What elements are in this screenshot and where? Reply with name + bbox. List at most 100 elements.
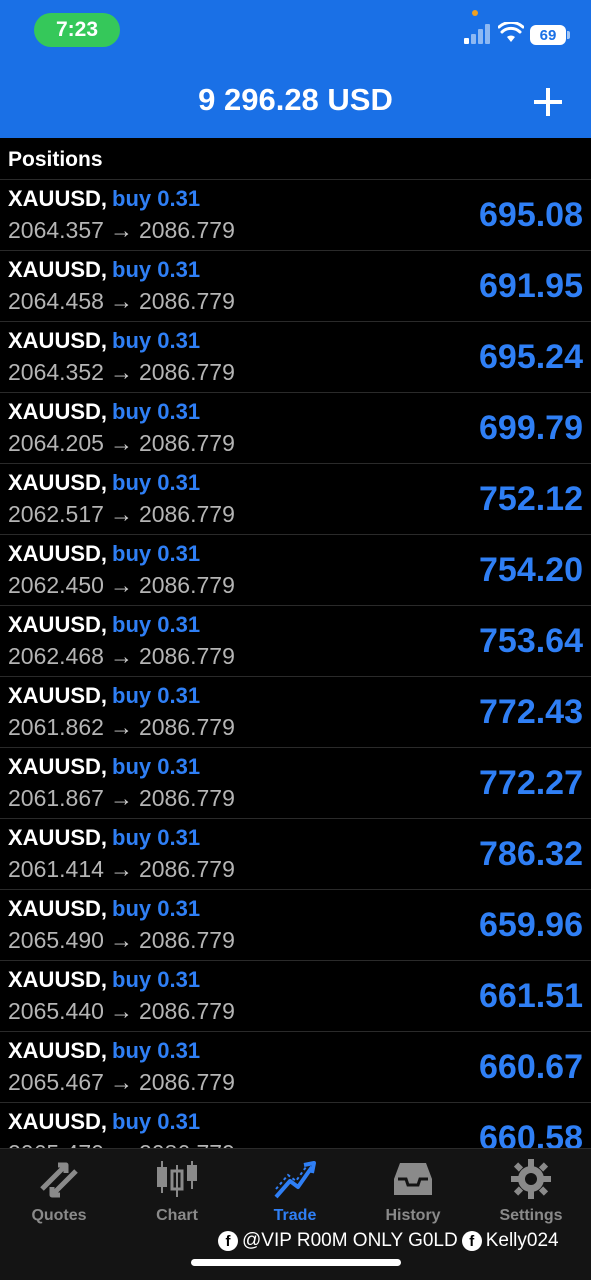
account-balance: 9 296.28 USD — [198, 82, 393, 117]
current-price: 2086.779 — [138, 288, 235, 314]
open-price: 2064.357 — [8, 217, 104, 243]
open-price: 2065.440 — [8, 998, 104, 1024]
position-profit: 772.27 — [479, 764, 583, 802]
separator: , — [100, 399, 108, 424]
position-symbol: XAUUSD — [8, 967, 101, 992]
position-title: XAUUSD, buy 0.31 — [8, 541, 200, 567]
arrow-right-icon: → — [109, 643, 133, 669]
position-symbol: XAUUSD — [8, 328, 101, 353]
position-symbol: XAUUSD — [8, 754, 101, 779]
top-header: 7:23 69 9 296.28 USD — [0, 0, 591, 138]
position-prices: 2065.467 → 2086.779 — [8, 1069, 235, 1096]
position-prices: 2064.205 → 2086.779 — [8, 430, 235, 457]
position-row[interactable]: XAUUSD, buy 0.31 2065.440 → 2086.779 661.51 — [0, 961, 591, 1032]
position-symbol: XAUUSD — [8, 257, 101, 282]
position-row[interactable]: XAUUSD, buy 0.31 2064.352 → 2086.779 695.24 — [0, 322, 591, 393]
current-price: 2086.779 — [138, 1069, 235, 1095]
position-prices: 2064.352 → 2086.779 — [8, 359, 235, 386]
positions-list: XAUUSD, buy 0.31 2064.357 → 2086.779 695.08 XA… — [0, 180, 591, 1148]
arrow-right-icon: → — [109, 1069, 133, 1095]
open-price: 2061.414 — [8, 856, 104, 882]
tab-trade[interactable]: Trade — [236, 1159, 354, 1239]
position-profit: 659.96 — [479, 906, 583, 944]
tab-history[interactable]: History — [354, 1159, 472, 1239]
position-title: XAUUSD, buy 0.31 — [8, 328, 200, 354]
current-price: 2086.779 — [139, 1140, 235, 1148]
position-title: XAUUSD, buy 0.31 — [8, 186, 200, 212]
position-direction: buy 0.31 — [112, 541, 201, 566]
current-price: 2086.779 — [138, 217, 235, 243]
open-price: 2062.450 — [8, 572, 104, 598]
tab-chart[interactable]: Chart — [118, 1159, 236, 1239]
facebook-icon: f — [461, 1231, 482, 1251]
separator: , — [100, 1038, 108, 1063]
position-row[interactable]: XAUUSD, buy 0.31 2061.862 → 2086.779 772.43 — [0, 677, 591, 748]
position-title: XAUUSD, buy 0.31 — [8, 825, 200, 851]
current-price: 2086.779 — [138, 998, 235, 1024]
add-order-button[interactable] — [532, 86, 564, 118]
position-direction: buy 0.31 — [112, 612, 201, 637]
current-price: 2086.779 — [138, 714, 235, 740]
arrow-right-icon: → — [109, 359, 133, 385]
position-profit: 752.12 — [479, 480, 583, 518]
position-row[interactable]: XAUUSD, buy 0.31 2064.357 → 2086.779 695.08 — [0, 180, 591, 251]
position-title: XAUUSD, buy 0.31 — [8, 683, 200, 709]
position-row[interactable]: XAUUSD, buy 0.31 2062.517 → 2086.779 752.12 — [0, 464, 591, 535]
position-prices: 2062.468 → 2086.779 — [8, 643, 235, 670]
position-title: XAUUSD, buy 0.31 — [8, 257, 200, 283]
position-profit: 691.95 — [479, 267, 583, 305]
cellular-signal-icon — [464, 24, 490, 44]
position-row[interactable]: XAUUSD, buy 0.31 2061.414 → 2086.779 786.32 — [0, 819, 591, 890]
current-price: 2086.779 — [138, 430, 235, 456]
position-prices: 2065.490 → 2086.779 — [8, 927, 235, 954]
position-row[interactable]: XAUUSD, buy 0.31 2062.450 → 2086.779 754.20 — [0, 535, 591, 606]
position-direction: buy 0.31 — [112, 328, 201, 353]
position-title: XAUUSD, buy 0.31 — [8, 399, 200, 425]
tab-history-label: History — [385, 1207, 441, 1224]
watermark: f @VIP R00M ONLY G0LD f Kelly024 — [218, 1230, 588, 1252]
position-row[interactable]: XAUUSD, buy 0.31 2065.490 → 2086.779 659.96 — [0, 890, 591, 961]
chart-icon — [157, 1161, 197, 1197]
position-profit: 695.24 — [479, 338, 583, 376]
position-profit: 753.64 — [479, 622, 583, 660]
separator: , — [100, 257, 108, 282]
open-price: 2064.458 — [8, 288, 104, 314]
open-price: 2062.517 — [8, 501, 104, 527]
position-row[interactable]: XAUUSD, buy 0.31 2064.458 → 2086.779 691.95 — [0, 251, 591, 322]
arrow-right-icon: → — [109, 927, 133, 953]
position-row[interactable]: XAUUSD, buy 0.31 2064.205 → 2086.779 699.79 — [0, 393, 591, 464]
position-title: XAUUSD, buy 0.31 — [8, 754, 200, 780]
separator: , — [100, 328, 108, 353]
position-direction: buy 0.31 — [112, 967, 201, 992]
position-title: XAUUSD, buy 0.31 — [8, 1109, 200, 1135]
separator: , — [100, 1109, 108, 1134]
position-direction: buy 0.31 — [112, 1038, 201, 1063]
position-symbol: XAUUSD — [8, 1109, 101, 1134]
battery-tip — [567, 31, 570, 39]
position-symbol: XAUUSD — [8, 470, 101, 495]
quotes-icon — [40, 1162, 78, 1198]
privacy-indicator-icon — [472, 10, 478, 16]
position-prices: 2061.862 → 2086.779 — [8, 714, 235, 741]
position-row[interactable]: XAUUSD, buy 0.31 2061.867 → 2086.779 772.27 — [0, 748, 591, 819]
position-profit: 661.51 — [479, 977, 583, 1015]
status-time: 7:23 — [34, 13, 120, 47]
position-row[interactable]: XAUUSD, buy 0.31 2065.467 → 2086.779 660.67 — [0, 1032, 591, 1103]
tab-settings[interactable]: Settings — [472, 1159, 590, 1239]
separator: , — [100, 754, 108, 779]
open-price: 2064.352 — [8, 359, 104, 385]
arrow-right-icon: → — [109, 430, 133, 456]
position-row[interactable]: XAUUSD,buy 0.31 2065.470 → 2086.779 660.58 — [0, 1103, 591, 1148]
position-row[interactable]: XAUUSD, buy 0.31 2062.468 → 2086.779 753.64 — [0, 606, 591, 677]
position-symbol: XAUUSD — [8, 612, 101, 637]
status-bar: 7:23 69 — [0, 0, 591, 62]
current-price: 2086.779 — [138, 785, 235, 811]
home-indicator — [191, 1259, 401, 1266]
current-price: 2086.779 — [138, 501, 235, 527]
tab-quotes[interactable]: Quotes — [0, 1159, 118, 1239]
position-title: XAUUSD, buy 0.31 — [8, 612, 200, 638]
open-price: 2061.862 — [8, 714, 104, 740]
position-profit: 754.20 — [479, 551, 583, 589]
tab-settings-label: Settings — [499, 1207, 563, 1224]
position-direction: buy 0.31 — [112, 257, 201, 282]
